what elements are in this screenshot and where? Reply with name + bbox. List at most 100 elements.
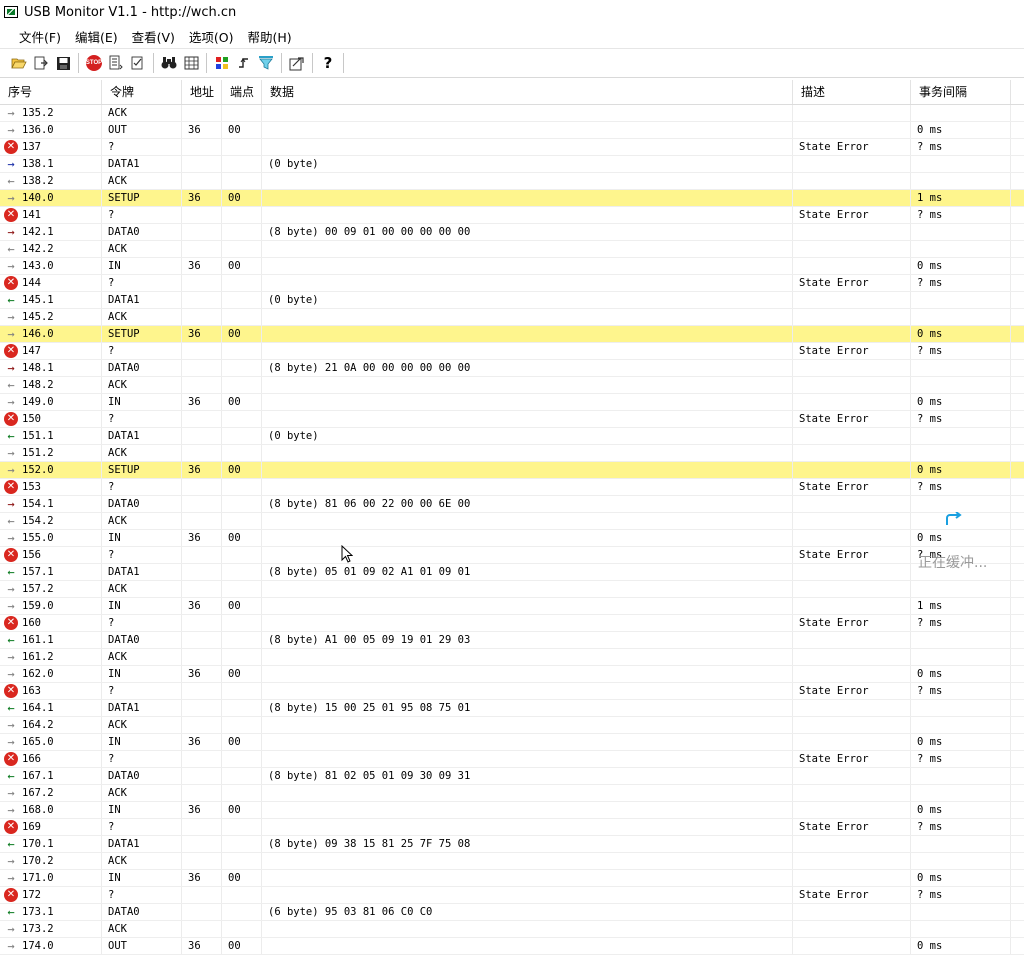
right-arrow-icon: →: [7, 667, 15, 681]
table-row[interactable]: → 138.1 DATA1 (0 byte): [0, 156, 1024, 173]
menu-view[interactable]: 查看(V): [125, 27, 182, 46]
cell-data: [262, 479, 793, 495]
table-row[interactable]: → 142.1 DATA0 (8 byte) 00 09 01 00 00 00 00…: [0, 224, 1024, 241]
table-row[interactable]: ← 154.2 ACK: [0, 513, 1024, 530]
cell-filler: [1011, 275, 1024, 291]
table-row[interactable]: → 145.2 ACK: [0, 309, 1024, 326]
table-row[interactable]: ← 167.1 DATA0 (8 byte) 81 02 05 01 09 30 09…: [0, 768, 1024, 785]
table-row[interactable]: ✕ 147? State Error? ms: [0, 343, 1024, 360]
table-row[interactable]: → 157.2 ACK: [0, 581, 1024, 598]
table-row[interactable]: ← 151.1 DATA1 (0 byte): [0, 428, 1024, 445]
cell-description: [793, 666, 911, 682]
menu-help[interactable]: 帮助(H): [241, 27, 299, 46]
colors-icon[interactable]: [211, 52, 233, 74]
cell-address: [182, 683, 222, 699]
cell-token: OUT: [102, 122, 182, 138]
table-row[interactable]: ✕ 150? State Error? ms: [0, 411, 1024, 428]
table-row[interactable]: → 167.2 ACK: [0, 785, 1024, 802]
cell-interval: [911, 309, 1011, 325]
cell-endpoint: [222, 649, 262, 665]
table-row[interactable]: → 136.0 OUT 36 00 0 ms: [0, 122, 1024, 139]
column-header-seq[interactable]: 序号: [0, 80, 102, 104]
cell-seq: ← 167.1: [0, 768, 102, 784]
table-row[interactable]: → 161.2 ACK: [0, 649, 1024, 666]
cell-filler: [1011, 853, 1024, 869]
table-row[interactable]: ✕ 137? State Error? ms: [0, 139, 1024, 156]
table-row[interactable]: → 148.1 DATA0 (8 byte) 21 0A 00 00 00 00 00…: [0, 360, 1024, 377]
seq-label: 168.0: [22, 804, 54, 816]
cell-data: [262, 751, 793, 767]
column-header-endpoint[interactable]: 端点: [222, 80, 262, 104]
table-row[interactable]: → 164.2 ACK: [0, 717, 1024, 734]
table-row[interactable]: ✕ 166? State Error? ms: [0, 751, 1024, 768]
column-header-interval[interactable]: 事务间隔: [911, 80, 1011, 104]
table-row[interactable]: → 152.0 SETUP 36 00 0 ms: [0, 462, 1024, 479]
table-row[interactable]: ← 148.2 ACK: [0, 377, 1024, 394]
table-row[interactable]: → 162.0 IN 36 00 0 ms: [0, 666, 1024, 683]
table-row[interactable]: ← 145.1 DATA1 (0 byte): [0, 292, 1024, 309]
table-row[interactable]: ✕ 156? State Error? ms: [0, 547, 1024, 564]
table-row[interactable]: → 140.0 SETUP 36 00 1 ms: [0, 190, 1024, 207]
table-row[interactable]: ✕ 169? State Error? ms: [0, 819, 1024, 836]
settings-icon[interactable]: [286, 52, 308, 74]
column-header-address[interactable]: 地址: [182, 80, 222, 104]
table-row[interactable]: ✕ 153? State Error? ms: [0, 479, 1024, 496]
binoculars-find-icon[interactable]: [158, 52, 180, 74]
table-row[interactable]: ← 173.1 DATA0 (6 byte) 95 03 81 06 C0 C0: [0, 904, 1024, 921]
window-title: USB Monitor V1.1 - http://wch.cn: [24, 4, 237, 20]
table-row[interactable]: → 155.0 IN 36 00 0 ms: [0, 530, 1024, 547]
table-row[interactable]: ← 170.1 DATA1 (8 byte) 09 38 15 81 25 7F 75…: [0, 836, 1024, 853]
table-row[interactable]: → 135.2 ACK: [0, 105, 1024, 122]
table-row[interactable]: → 151.2 ACK: [0, 445, 1024, 462]
table-row[interactable]: ✕ 144? State Error? ms: [0, 275, 1024, 292]
save-icon[interactable]: [52, 52, 74, 74]
cell-address: [182, 649, 222, 665]
table-row[interactable]: ← 161.1 DATA0 (8 byte) A1 00 05 09 19 01 29…: [0, 632, 1024, 649]
cell-interval: 0 ms: [911, 326, 1011, 342]
cell-address: [182, 836, 222, 852]
menu-edit[interactable]: 编辑(E): [68, 27, 125, 46]
cell-filler: [1011, 887, 1024, 903]
checklist-icon[interactable]: [127, 52, 149, 74]
table-row[interactable]: ← 142.2 ACK: [0, 241, 1024, 258]
table-row[interactable]: → 146.0 SETUP 36 00 0 ms: [0, 326, 1024, 343]
table-row[interactable]: ✕ 141? State Error? ms: [0, 207, 1024, 224]
menu-options[interactable]: 选项(O): [182, 27, 241, 46]
stop-icon[interactable]: STOP: [83, 52, 105, 74]
table-row[interactable]: → 168.0 IN 36 00 0 ms: [0, 802, 1024, 819]
filter-icon[interactable]: [105, 52, 127, 74]
cell-description: State Error: [793, 207, 911, 223]
table-row[interactable]: → 149.0 IN 36 00 0 ms: [0, 394, 1024, 411]
cell-filler: [1011, 683, 1024, 699]
left-arrow-icon: ←: [7, 242, 15, 256]
trigger-icon[interactable]: [233, 52, 255, 74]
table-row[interactable]: → 173.2 ACK: [0, 921, 1024, 938]
grid-icon[interactable]: [180, 52, 202, 74]
table-row[interactable]: → 159.0 IN 36 00 1 ms: [0, 598, 1024, 615]
export-icon[interactable]: [30, 52, 52, 74]
table-row[interactable]: → 174.0 OUT 36 00 0 ms: [0, 938, 1024, 955]
table-row[interactable]: → 143.0 IN 36 00 0 ms: [0, 258, 1024, 275]
table-row[interactable]: → 154.1 DATA0 (8 byte) 81 06 00 22 00 00 6E…: [0, 496, 1024, 513]
funnel-icon[interactable]: [255, 52, 277, 74]
column-header-data[interactable]: 数据: [262, 80, 793, 104]
table-row[interactable]: → 165.0 IN 36 00 0 ms: [0, 734, 1024, 751]
column-header-description[interactable]: 描述: [793, 80, 911, 104]
menu-file[interactable]: 文件(F): [12, 27, 68, 46]
table-row[interactable]: ← 164.1 DATA1 (8 byte) 15 00 25 01 95 08 75…: [0, 700, 1024, 717]
table-row[interactable]: ✕ 160? State Error? ms: [0, 615, 1024, 632]
help-icon[interactable]: ?: [317, 52, 339, 74]
cell-description: [793, 122, 911, 138]
cell-data: [262, 394, 793, 410]
open-folder-icon[interactable]: [8, 52, 30, 74]
table-row[interactable]: ✕ 163? State Error? ms: [0, 683, 1024, 700]
table-row[interactable]: ← 138.2 ACK: [0, 173, 1024, 190]
table-row[interactable]: ✕ 172? State Error? ms: [0, 887, 1024, 904]
table-row[interactable]: ← 157.1 DATA1 (8 byte) 05 01 09 02 A1 01 09…: [0, 564, 1024, 581]
seq-label: 173.2: [22, 923, 54, 935]
column-header-token[interactable]: 令牌: [102, 80, 182, 104]
table-row[interactable]: → 171.0 IN 36 00 0 ms: [0, 870, 1024, 887]
cell-description: [793, 870, 911, 886]
cell-seq: → 174.0: [0, 938, 102, 954]
table-row[interactable]: → 170.2 ACK: [0, 853, 1024, 870]
